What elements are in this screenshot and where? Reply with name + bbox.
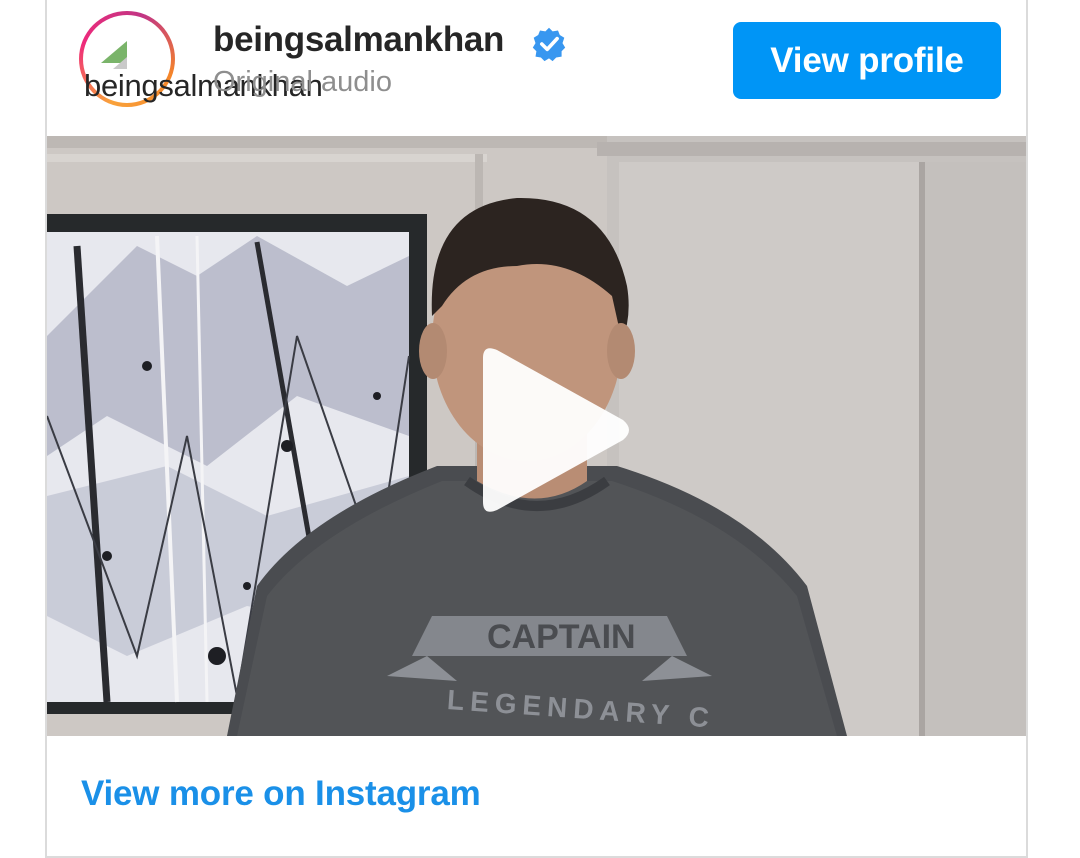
view-more-on-instagram-link[interactable]: View more on Instagram [81, 774, 481, 814]
video-thumbnail[interactable]: CAPTAIN LEGENDARY C [47, 136, 1026, 736]
audio-subtitle[interactable]: Original audio [213, 66, 392, 99]
instagram-embed: beingsalmankhan beingsalmankhan Original… [45, 0, 1028, 858]
embed-header: beingsalmankhan beingsalmankhan Original… [47, 0, 1026, 136]
play-icon[interactable] [465, 340, 635, 520]
profile-username[interactable]: beingsalmankhan [213, 20, 504, 60]
view-profile-button[interactable]: View profile [733, 22, 1001, 99]
verified-badge-icon [532, 27, 566, 62]
shirt-text-top: CAPTAIN [487, 618, 636, 656]
